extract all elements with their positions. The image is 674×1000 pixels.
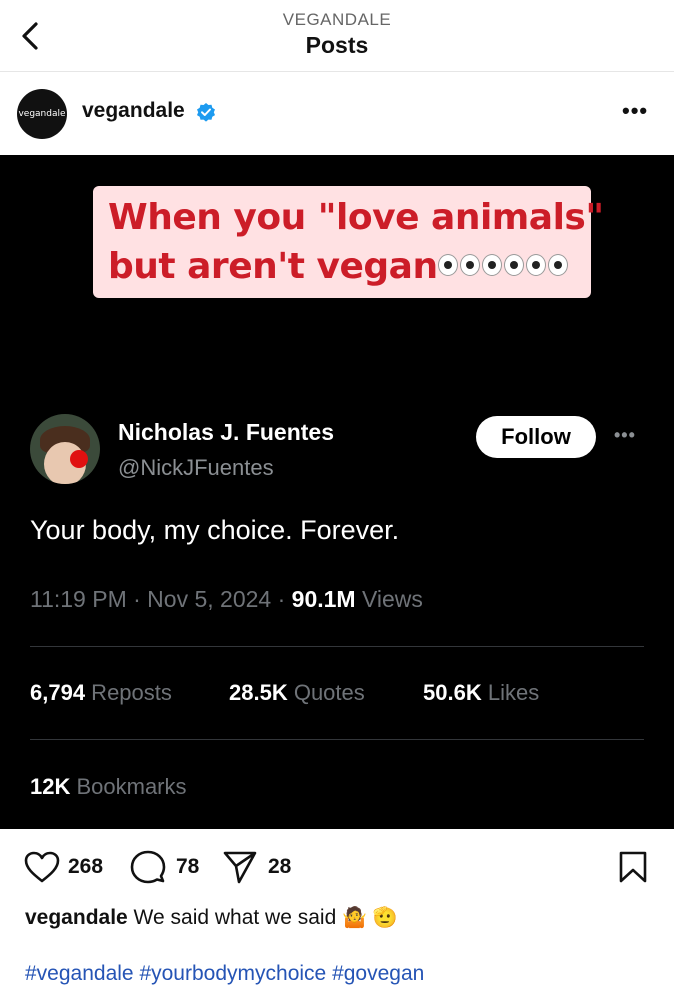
verified-badge-icon (197, 103, 215, 122)
quotes-stat: 28.5K Quotes (229, 680, 365, 705)
eyes-icon (548, 254, 568, 276)
eyes-icon (438, 254, 458, 276)
tweet-meta: 11:19 PM · Nov 5, 2024 · 90.1M Views (30, 586, 423, 612)
eyes-icon (482, 254, 502, 276)
top-bar: VEGANDALE Posts (0, 0, 674, 70)
saluting-face-emoji-icon: 🫡 (372, 905, 398, 929)
meme-caption-line1: When you "love animals" (108, 197, 604, 238)
divider (30, 739, 644, 740)
divider (30, 646, 644, 647)
hashtag-link[interactable]: #govegan (332, 962, 424, 985)
likes-stat: 50.6K Likes (423, 680, 540, 705)
tweet-more-icon: ••• (614, 425, 636, 445)
eyes-icon (526, 254, 546, 276)
eyes-emoji-row (438, 254, 568, 284)
hashtag-link[interactable]: #yourbodymychoice (139, 962, 326, 985)
more-options-icon[interactable]: ••• (622, 98, 648, 124)
tweet-author-handle: @NickJFuentes (118, 455, 274, 480)
heart-icon[interactable] (23, 850, 61, 884)
person-shrugging-emoji-icon: 🤷 (342, 905, 368, 929)
reposts-stat: 6,794 Reposts (30, 680, 172, 705)
share-icon[interactable] (222, 849, 258, 885)
eyes-icon (460, 254, 480, 276)
hashtag-link[interactable]: #vegandale (25, 962, 134, 985)
post-caption: vegandale We said what we said 🤷 🫡 (25, 905, 398, 930)
post-username[interactable]: vegandale (82, 99, 185, 123)
hashtags: #vegandale #yourbodymychoice #govegan (25, 962, 424, 986)
tweet-avatar (30, 414, 100, 484)
meme-caption-line2: but aren't vegan (108, 246, 438, 287)
caption-username[interactable]: vegandale (25, 906, 128, 929)
comment-icon[interactable] (130, 849, 166, 885)
avatar[interactable]: vegandale (17, 89, 67, 139)
bookmark-icon[interactable] (618, 850, 648, 884)
bookmarks-stat: 12K Bookmarks (30, 774, 187, 799)
shares-count: 28 (268, 855, 292, 878)
divider (0, 71, 674, 72)
comments-count: 78 (176, 855, 200, 878)
caption-text: We said what we said (127, 906, 343, 929)
account-name: VEGANDALE (282, 10, 392, 29)
eyes-icon (504, 254, 524, 276)
likes-count: 268 (68, 855, 104, 878)
page-title: Posts (305, 32, 369, 58)
tweet-author-name: Nicholas J. Fuentes (118, 419, 335, 445)
tweet-text: Your body, my choice. Forever. (30, 515, 400, 545)
follow-button: Follow (476, 416, 596, 458)
